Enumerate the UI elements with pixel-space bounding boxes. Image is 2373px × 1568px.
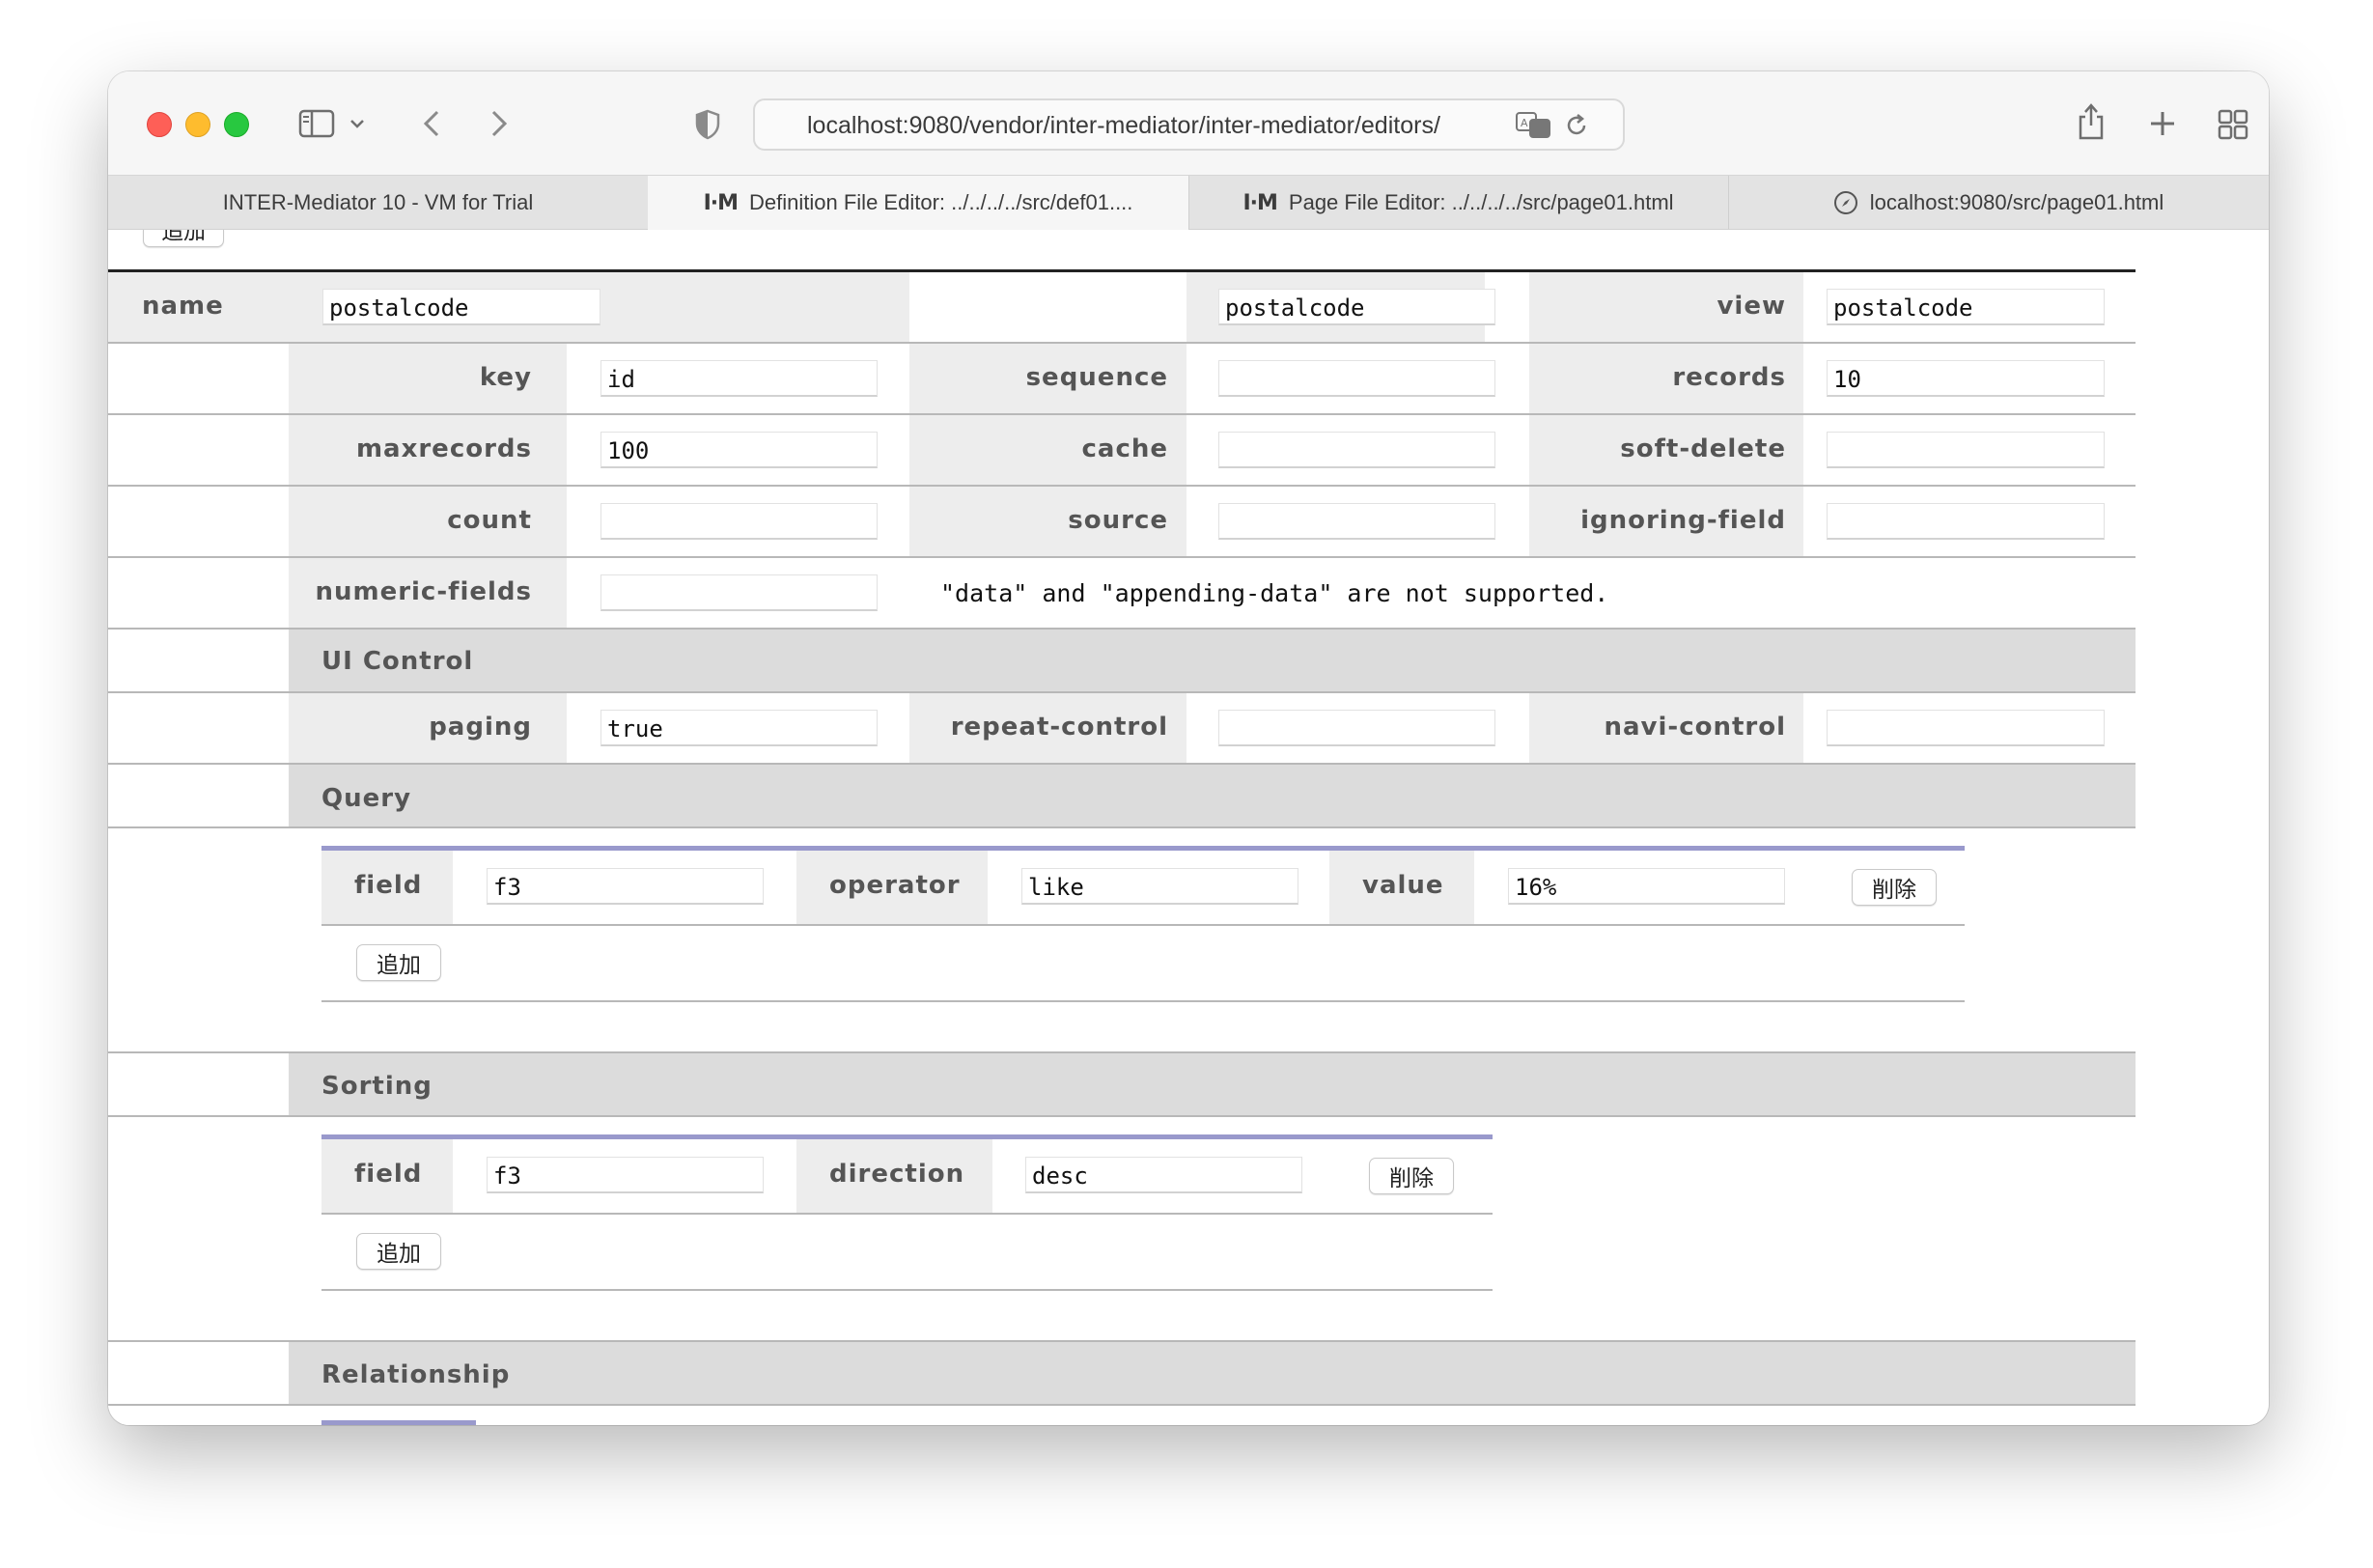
cache-label: cache bbox=[1081, 434, 1168, 463]
ui-control-section bbox=[289, 630, 2136, 691]
forward-arrow-icon[interactable] bbox=[485, 106, 514, 141]
sorting-direction-label: direction bbox=[829, 1160, 965, 1189]
view-label: view bbox=[1717, 292, 1786, 321]
query-field-label: field bbox=[354, 871, 423, 900]
table-input[interactable]: postalcode bbox=[1218, 289, 1495, 325]
source-label: source bbox=[1068, 506, 1168, 535]
relationship-heading: Relationship bbox=[321, 1360, 511, 1389]
cache-input[interactable] bbox=[1218, 432, 1495, 468]
sorting-delete-button[interactable]: 削除 bbox=[1369, 1158, 1454, 1194]
query-value-label: value bbox=[1362, 871, 1444, 900]
relationship-section bbox=[289, 1342, 2136, 1404]
tab-localhost-page[interactable]: localhost:9080/src/page01.html bbox=[1728, 176, 2269, 230]
close-window-button[interactable] bbox=[147, 112, 172, 137]
unsupported-note: "data" and "appending-data" are not supp… bbox=[940, 579, 1609, 607]
sorting-heading: Sorting bbox=[321, 1072, 433, 1101]
ignoring-field-label: ignoring-field bbox=[1580, 506, 1786, 535]
privacy-shield-icon[interactable] bbox=[693, 108, 722, 141]
sequence-label: sequence bbox=[1025, 363, 1168, 392]
reload-icon[interactable] bbox=[1562, 110, 1591, 141]
svg-text:A: A bbox=[1521, 117, 1528, 129]
count-input[interactable] bbox=[600, 503, 878, 540]
url-text[interactable]: localhost:9080/vendor/inter-mediator/int… bbox=[807, 112, 1502, 140]
back-arrow-icon[interactable] bbox=[417, 106, 446, 141]
key-input[interactable]: id bbox=[600, 360, 878, 397]
records-input[interactable]: 10 bbox=[1827, 360, 2105, 397]
add-context-button[interactable]: 追加 bbox=[143, 230, 224, 247]
count-label: count bbox=[447, 506, 532, 535]
minimize-window-button[interactable] bbox=[185, 112, 210, 137]
soft-delete-input[interactable] bbox=[1827, 432, 2105, 468]
compass-icon bbox=[1833, 190, 1858, 215]
navi-control-input[interactable] bbox=[1827, 710, 2105, 746]
ignoring-field-input[interactable] bbox=[1827, 503, 2105, 540]
query-operator-label: operator bbox=[829, 871, 961, 900]
new-tab-plus-icon[interactable] bbox=[2145, 106, 2180, 141]
query-value-input[interactable]: 16% bbox=[1508, 868, 1785, 905]
tab-label: Definition File Editor: ../../../../src/… bbox=[749, 190, 1133, 214]
records-label: records bbox=[1672, 363, 1786, 392]
tab-inter-mediator[interactable]: INTER-Mediator 10 - VM for Trial bbox=[108, 176, 649, 230]
ui-control-heading: UI Control bbox=[321, 647, 474, 676]
translate-icon[interactable]: A bbox=[1514, 108, 1552, 141]
sorting-field-input[interactable]: f3 bbox=[487, 1157, 764, 1193]
numeric-fields-input[interactable] bbox=[600, 574, 878, 611]
sorting-field-label: field bbox=[354, 1160, 423, 1189]
query-add-button[interactable]: 追加 bbox=[356, 944, 441, 981]
im-logo-icon: I·M bbox=[703, 190, 739, 215]
tab-definition-editor[interactable]: I·M Definition File Editor: ../../../../… bbox=[648, 176, 1189, 230]
name-input[interactable]: postalcode bbox=[322, 289, 600, 325]
tab-bar: INTER-Mediator 10 - VM for Trial I·M Def… bbox=[108, 175, 2269, 230]
zoom-window-button[interactable] bbox=[224, 112, 249, 137]
query-field-input[interactable]: f3 bbox=[487, 868, 764, 905]
view-input[interactable]: postalcode bbox=[1827, 289, 2105, 325]
tab-label: localhost:9080/src/page01.html bbox=[1869, 190, 2164, 214]
query-delete-button[interactable]: 削除 bbox=[1852, 869, 1937, 906]
name-label: name bbox=[142, 292, 224, 321]
sorting-direction-input[interactable]: desc bbox=[1025, 1157, 1302, 1193]
address-bar[interactable]: localhost:9080/vendor/inter-mediator/int… bbox=[753, 98, 1625, 151]
query-section bbox=[289, 765, 2136, 826]
repeat-control-label: repeat-control bbox=[950, 713, 1168, 742]
share-icon[interactable] bbox=[2074, 100, 2108, 143]
query-heading: Query bbox=[321, 784, 412, 813]
chevron-down-icon[interactable] bbox=[346, 110, 369, 137]
browser-toolbar: localhost:9080/vendor/inter-mediator/int… bbox=[108, 71, 2269, 175]
sidebar-toggle-icon[interactable] bbox=[297, 106, 336, 141]
navi-control-label: navi-control bbox=[1604, 713, 1786, 742]
soft-delete-label: soft-delete bbox=[1620, 434, 1786, 463]
key-label: key bbox=[479, 363, 532, 392]
repeat-control-input[interactable] bbox=[1218, 710, 1495, 746]
sorting-section bbox=[289, 1053, 2136, 1115]
paging-input[interactable]: true bbox=[600, 710, 878, 746]
tab-page-editor[interactable]: I·M Page File Editor: ../../../../src/pa… bbox=[1188, 176, 1729, 230]
query-operator-input[interactable]: like bbox=[1021, 868, 1298, 905]
sorting-add-button[interactable]: 追加 bbox=[356, 1233, 441, 1270]
paging-label: paging bbox=[429, 713, 532, 742]
maxrecords-input[interactable]: 100 bbox=[600, 432, 878, 468]
tab-overview-icon[interactable] bbox=[2215, 106, 2251, 143]
source-input[interactable] bbox=[1218, 503, 1495, 540]
sequence-input[interactable] bbox=[1218, 360, 1495, 397]
maxrecords-label: maxrecords bbox=[355, 434, 532, 463]
numeric-fields-label: numeric-fields bbox=[315, 577, 532, 606]
editor-content: 追加 name postalcode table postalcode view… bbox=[108, 230, 2269, 1425]
tab-label: Page File Editor: ../../../../src/page01… bbox=[1288, 190, 1674, 214]
browser-window: localhost:9080/vendor/inter-mediator/int… bbox=[108, 71, 2269, 1425]
tab-label: INTER-Mediator 10 - VM for Trial bbox=[222, 190, 534, 214]
im-logo-icon: I·M bbox=[1242, 190, 1277, 215]
